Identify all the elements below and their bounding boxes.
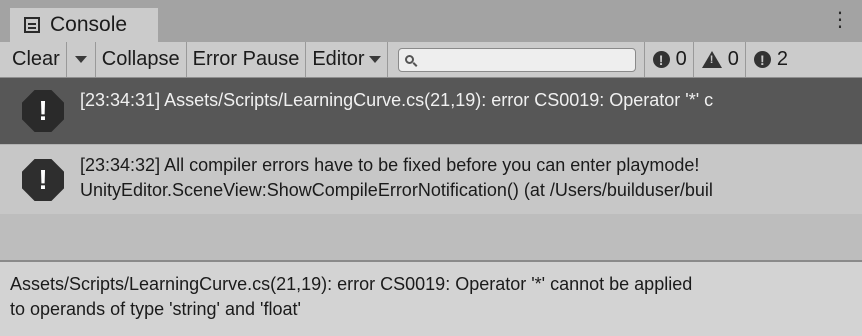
search-input[interactable] bbox=[397, 47, 636, 72]
log-entry-line: UnityEditor.SceneView:ShowCompileErrorNo… bbox=[80, 180, 713, 200]
tab-console-label: Console bbox=[50, 13, 128, 36]
tab-strip: Console ⋮ bbox=[0, 0, 862, 42]
info-count: 0 bbox=[675, 48, 687, 70]
search-container bbox=[388, 42, 645, 77]
log-detail-pane: Assets/Scripts/LearningCurve.cs(21,19): … bbox=[0, 262, 862, 336]
tab-console[interactable]: Console bbox=[10, 8, 158, 42]
log-entry-text: [23:34:32] All compiler errors have to b… bbox=[80, 153, 713, 203]
warning-count: 0 bbox=[727, 48, 739, 70]
console-icon bbox=[24, 17, 40, 33]
editor-dropdown[interactable]: Editor bbox=[306, 42, 388, 77]
info-log-toggle[interactable]: ! 0 bbox=[645, 42, 694, 77]
error-pause-toggle[interactable]: Error Pause bbox=[187, 42, 307, 77]
warning-icon: ! bbox=[701, 51, 722, 68]
more-options-icon[interactable]: ⋮ bbox=[830, 10, 850, 30]
error-icon: ! bbox=[753, 51, 771, 68]
detail-line: to operands of type 'string' and 'float' bbox=[10, 299, 301, 319]
info-icon: ! bbox=[652, 51, 670, 68]
warning-log-toggle[interactable]: ! 0 bbox=[694, 42, 746, 77]
clear-options-dropdown[interactable] bbox=[67, 42, 96, 77]
error-icon: ! bbox=[22, 159, 64, 201]
error-icon: ! bbox=[22, 90, 64, 132]
clear-button[interactable]: Clear bbox=[0, 42, 67, 77]
log-list-empty-area bbox=[0, 214, 862, 260]
chevron-down-icon bbox=[368, 56, 381, 63]
log-entry[interactable]: ! [23:34:32] All compiler errors have to… bbox=[0, 144, 862, 214]
editor-dropdown-label: Editor bbox=[312, 48, 365, 70]
search-icon bbox=[404, 55, 414, 64]
log-entry-text: [23:34:31] Assets/Scripts/LearningCurve.… bbox=[80, 88, 713, 113]
error-log-toggle[interactable]: ! 2 bbox=[746, 42, 794, 77]
log-entry[interactable]: ! [23:34:31] Assets/Scripts/LearningCurv… bbox=[0, 78, 862, 144]
detail-line: Assets/Scripts/LearningCurve.cs(21,19): … bbox=[10, 274, 693, 294]
collapse-toggle[interactable]: Collapse bbox=[96, 42, 187, 77]
chevron-down-icon bbox=[74, 56, 87, 63]
log-entry-line: [23:34:32] All compiler errors have to b… bbox=[80, 155, 700, 175]
log-entry-line: [23:34:31] Assets/Scripts/LearningCurve.… bbox=[80, 90, 714, 110]
console-toolbar: Clear Collapse Error Pause Editor ! 0 ! … bbox=[0, 42, 862, 78]
error-count: 2 bbox=[776, 48, 788, 70]
